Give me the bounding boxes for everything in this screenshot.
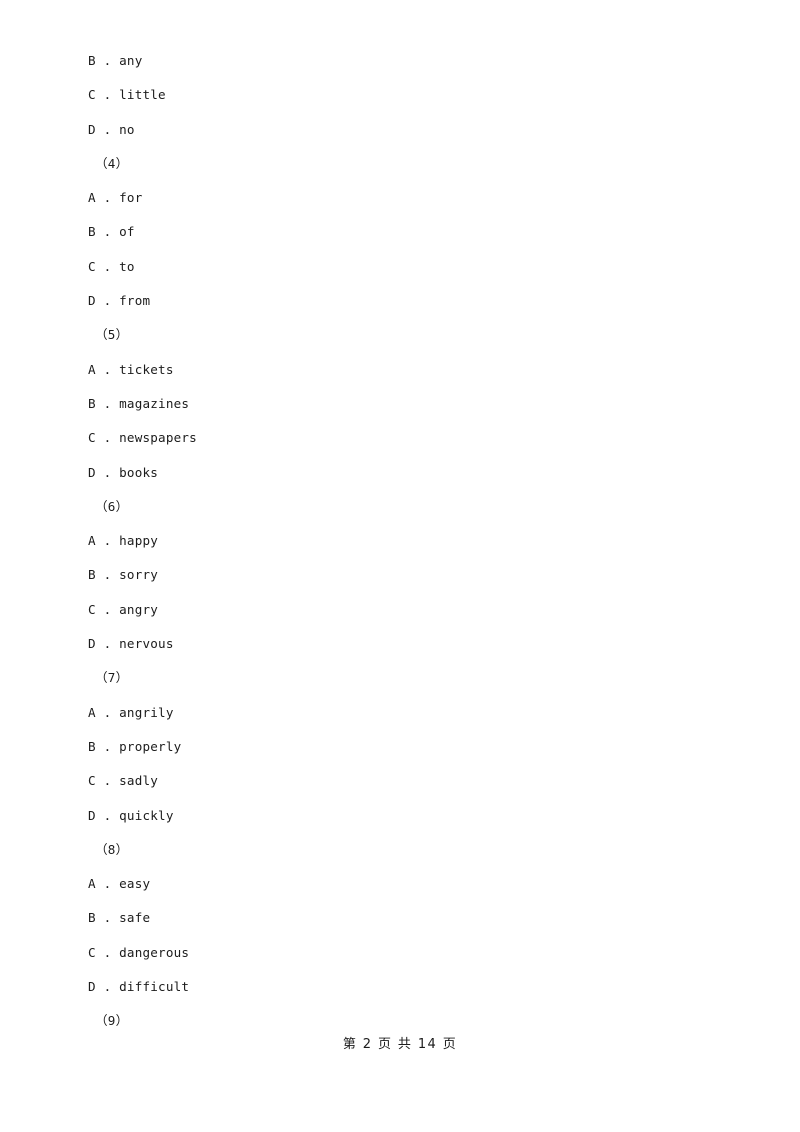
question-number: （6） [95,498,129,514]
question-number: （7） [95,670,129,686]
answer-option: D . from [88,293,151,309]
question-number: （5） [95,327,129,343]
answer-option: C . little [88,87,166,103]
answer-option: A . tickets [88,361,174,377]
page-footer: 第 2 页 共 14 页 [342,1037,458,1052]
answer-option: B . any [88,53,143,68]
answer-option: B . properly [88,738,182,754]
answer-option: C . angry [88,601,159,617]
question-number: （4） [95,155,129,171]
answer-option: D . nervous [88,636,174,652]
answer-option: D . no [88,121,135,137]
answer-option: C . to [88,258,135,274]
answer-option: D . books [88,464,159,480]
answer-option: B . safe [88,910,151,926]
answer-option: A . easy [88,876,151,892]
document-page: B . any C . little D . no （4） A . for B . of C… [0,0,800,1132]
answer-option: C . newspapers [88,430,197,446]
question-list: B . any C . little D . no （4） A . for B . of C… [88,44,708,1039]
answer-option: B . of [88,224,135,240]
answer-option: A . happy [88,533,159,549]
answer-option: D . difficult [88,979,190,995]
answer-option: C . dangerous [88,944,190,960]
question-number: （8） [95,841,129,857]
answer-option: B . sorry [88,567,159,583]
answer-option: C . sadly [88,773,159,789]
answer-option: A . for [88,190,143,206]
answer-option: A . angrily [88,704,174,720]
answer-option: D . quickly [88,807,174,823]
answer-option: B . magazines [88,395,190,411]
